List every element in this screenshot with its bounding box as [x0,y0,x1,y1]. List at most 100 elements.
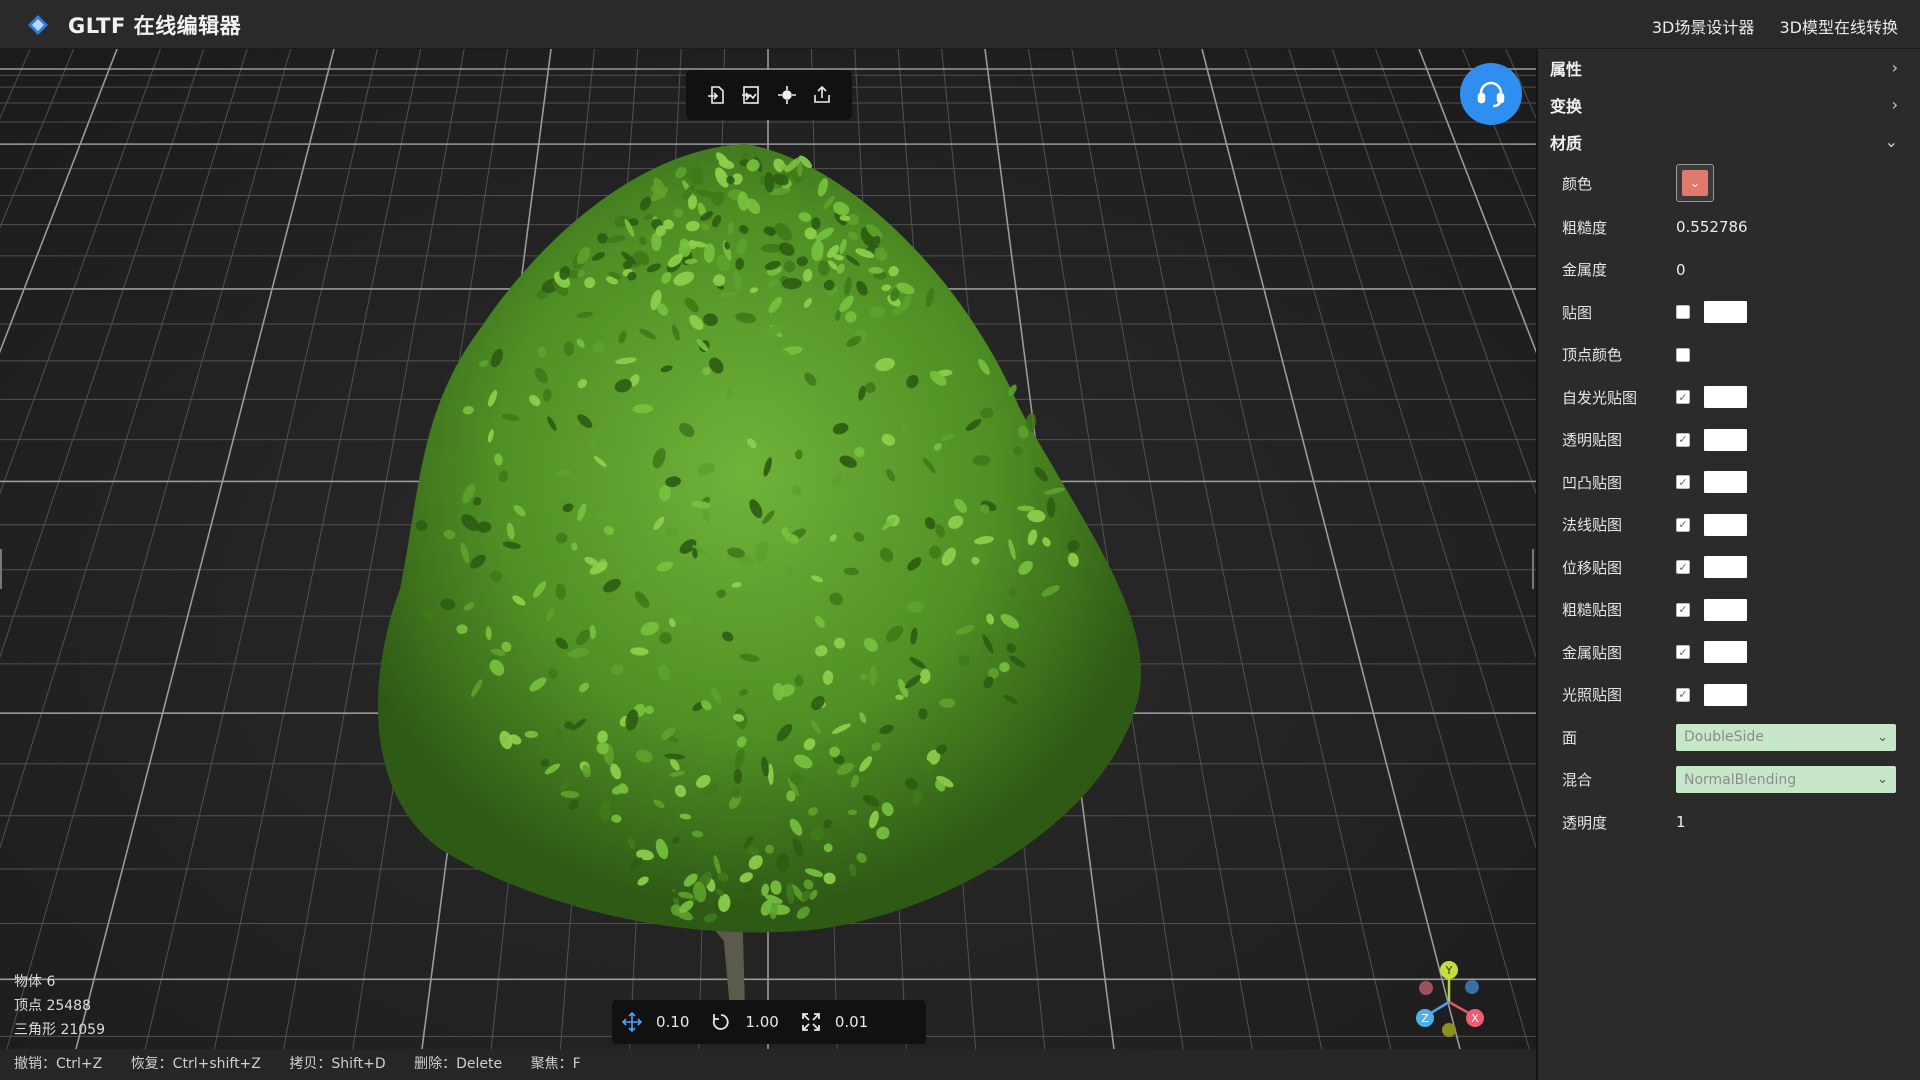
top-links: 3D场景设计器 3D模型在线转换 [1632,14,1898,38]
axis-gizmo[interactable]: Y X Z [1404,954,1494,1044]
chevron-right-icon: › [1891,95,1898,114]
logo-icon [28,15,48,35]
texture-map-row: 贴图 [1538,291,1920,334]
vertex-count: 顶点 25488 [14,998,91,1014]
texture-map-slot[interactable] [1704,428,1747,451]
shortcut-bar: 撤销：Ctrl+Z 恢复：Ctrl+shift+Z 拷贝：Shift+D 删除：… [0,1049,1536,1080]
texture-map-checkbox[interactable]: ✓ [1676,687,1690,702]
texture-map-label: 自发光贴图 [1562,388,1638,407]
top-bar: GLTF 在线编辑器 3D场景设计器 3D模型在线转换 [0,0,1920,49]
chevron-down-icon: ⌄ [1877,772,1888,788]
texture-map-label: 凹凸贴图 [1562,473,1623,492]
texture-map-slot[interactable] [1704,641,1747,664]
blending-select[interactable]: NormalBlending ⌄ [1676,766,1896,794]
texture-map-label: 透明贴图 [1562,431,1623,450]
section-material-title: 材质 [1550,133,1583,153]
shortcut-copy: 拷贝：Shift+D [289,1056,386,1072]
customer-support-button[interactable] [1460,63,1522,125]
texture-map-checkbox[interactable]: ✓ [1676,475,1690,490]
export-button[interactable] [809,82,835,108]
scene-canvas[interactable] [0,49,1536,1080]
axis-y-label: Y [1445,964,1453,977]
import-image-icon [742,86,760,104]
texture-map-row: 粗糙贴图 ✓ [1538,589,1920,632]
triangle-count: 三角形 21059 [14,1022,105,1038]
texture-map-row: 凹凸贴图 ✓ [1538,461,1920,504]
scale-icon [801,1013,820,1031]
right-splitter[interactable] [1532,549,1534,589]
headset-icon [1477,81,1505,108]
texture-map-label: 粗糙贴图 [1562,601,1623,620]
section-properties-title: 属性 [1550,59,1583,79]
scale-snap[interactable]: 0.01 [801,1012,868,1032]
texture-map-row: 自发光贴图 ✓ [1538,376,1920,419]
roughness-value[interactable]: 0.552786 [1676,218,1748,236]
side-select[interactable]: DoubleSide ⌄ [1676,723,1896,751]
opacity-label: 透明度 [1562,813,1608,832]
texture-map-label: 光照贴图 [1562,686,1623,705]
rotate-snap[interactable]: 1.00 [711,1012,779,1032]
texture-map-row: 光照贴图 ✓ [1538,674,1920,717]
shortcut-focus: 聚焦：F [530,1056,581,1072]
texture-map-slot[interactable] [1704,683,1747,706]
texture-map-label: 贴图 [1562,303,1593,322]
snap-toolbar: 0.10 1.00 0.01 [612,1000,926,1044]
texture-map-label: 金属贴图 [1562,643,1623,662]
texture-map-slot[interactable] [1704,556,1747,579]
3d-viewport[interactable]: 物体 6 顶点 25488 三角形 21059 0.10 1.00 0.01 Y… [0,49,1536,1080]
opacity-row: 透明度 1 [1538,801,1920,844]
texture-map-slot[interactable] [1704,301,1747,324]
focus-center-button[interactable] [774,82,800,108]
texture-map-checkbox[interactable]: ✓ [1676,517,1690,532]
scene-designer-link[interactable]: 3D场景设计器 [1652,18,1755,37]
move-icon [622,1012,642,1032]
texture-map-row: 法线贴图 ✓ [1538,504,1920,547]
chevron-down-icon: ⌄ [1877,729,1888,745]
side-select-value: DoubleSide [1684,729,1764,746]
viewport-toolbar [686,70,852,120]
texture-map-label: 顶点颜色 [1562,346,1623,365]
blending-row: 混合 NormalBlending ⌄ [1538,759,1920,802]
texture-map-checkbox[interactable]: ✓ [1676,645,1690,660]
chevron-right-icon: › [1891,58,1898,77]
translate-snap[interactable]: 0.10 [622,1012,689,1032]
section-transform[interactable]: 变换 › [1538,86,1920,123]
import-icon [708,86,724,104]
section-transform-title: 变换 [1550,96,1583,116]
blending-select-value: NormalBlending [1684,771,1797,788]
import-texture-button[interactable] [738,82,764,108]
color-picker[interactable]: ⌄ [1676,164,1714,202]
texture-map-label: 法线贴图 [1562,516,1623,535]
texture-map-slot[interactable] [1704,513,1747,536]
translate-snap-value: 0.10 [656,1013,690,1031]
side-label: 面 [1562,728,1578,747]
texture-map-checkbox[interactable]: ✓ [1676,560,1690,575]
texture-map-slot[interactable] [1704,598,1747,621]
left-splitter[interactable] [0,549,2,589]
texture-map-row: 金属贴图 ✓ [1538,631,1920,674]
blending-label: 混合 [1562,771,1593,790]
inspector-panel: 属性 › 变换 › 材质 ⌄ 颜色 ⌄ 粗糙度 0.552786 金属度 0 贴… [1536,49,1920,1080]
model-converter-link[interactable]: 3D模型在线转换 [1779,18,1898,37]
material-color-row: 颜色 ⌄ [1538,160,1920,206]
app-title: GLTF 在线编辑器 [68,14,242,38]
metalness-value[interactable]: 0 [1676,261,1686,279]
texture-map-checkbox[interactable] [1676,347,1690,362]
shortcut-redo: 恢复：Ctrl+shift+Z [130,1056,261,1072]
texture-map-checkbox[interactable]: ✓ [1676,432,1690,447]
texture-map-slot[interactable] [1704,471,1747,494]
axis-x-label: X [1471,1012,1479,1025]
texture-map-slot[interactable] [1704,386,1747,409]
texture-map-label: 位移贴图 [1562,558,1623,577]
roughness-label: 粗糙度 [1562,218,1608,237]
section-properties[interactable]: 属性 › [1538,49,1920,86]
texture-map-checkbox[interactable]: ✓ [1676,602,1690,617]
metalness-label: 金属度 [1562,261,1608,280]
opacity-value[interactable]: 1 [1676,813,1686,831]
import-model-button[interactable] [703,82,729,108]
texture-map-checkbox[interactable] [1676,305,1690,320]
rotate-icon [713,1014,730,1030]
section-material[interactable]: 材质 ⌄ [1538,123,1920,160]
color-label: 颜色 [1562,174,1593,193]
texture-map-checkbox[interactable]: ✓ [1676,390,1690,405]
